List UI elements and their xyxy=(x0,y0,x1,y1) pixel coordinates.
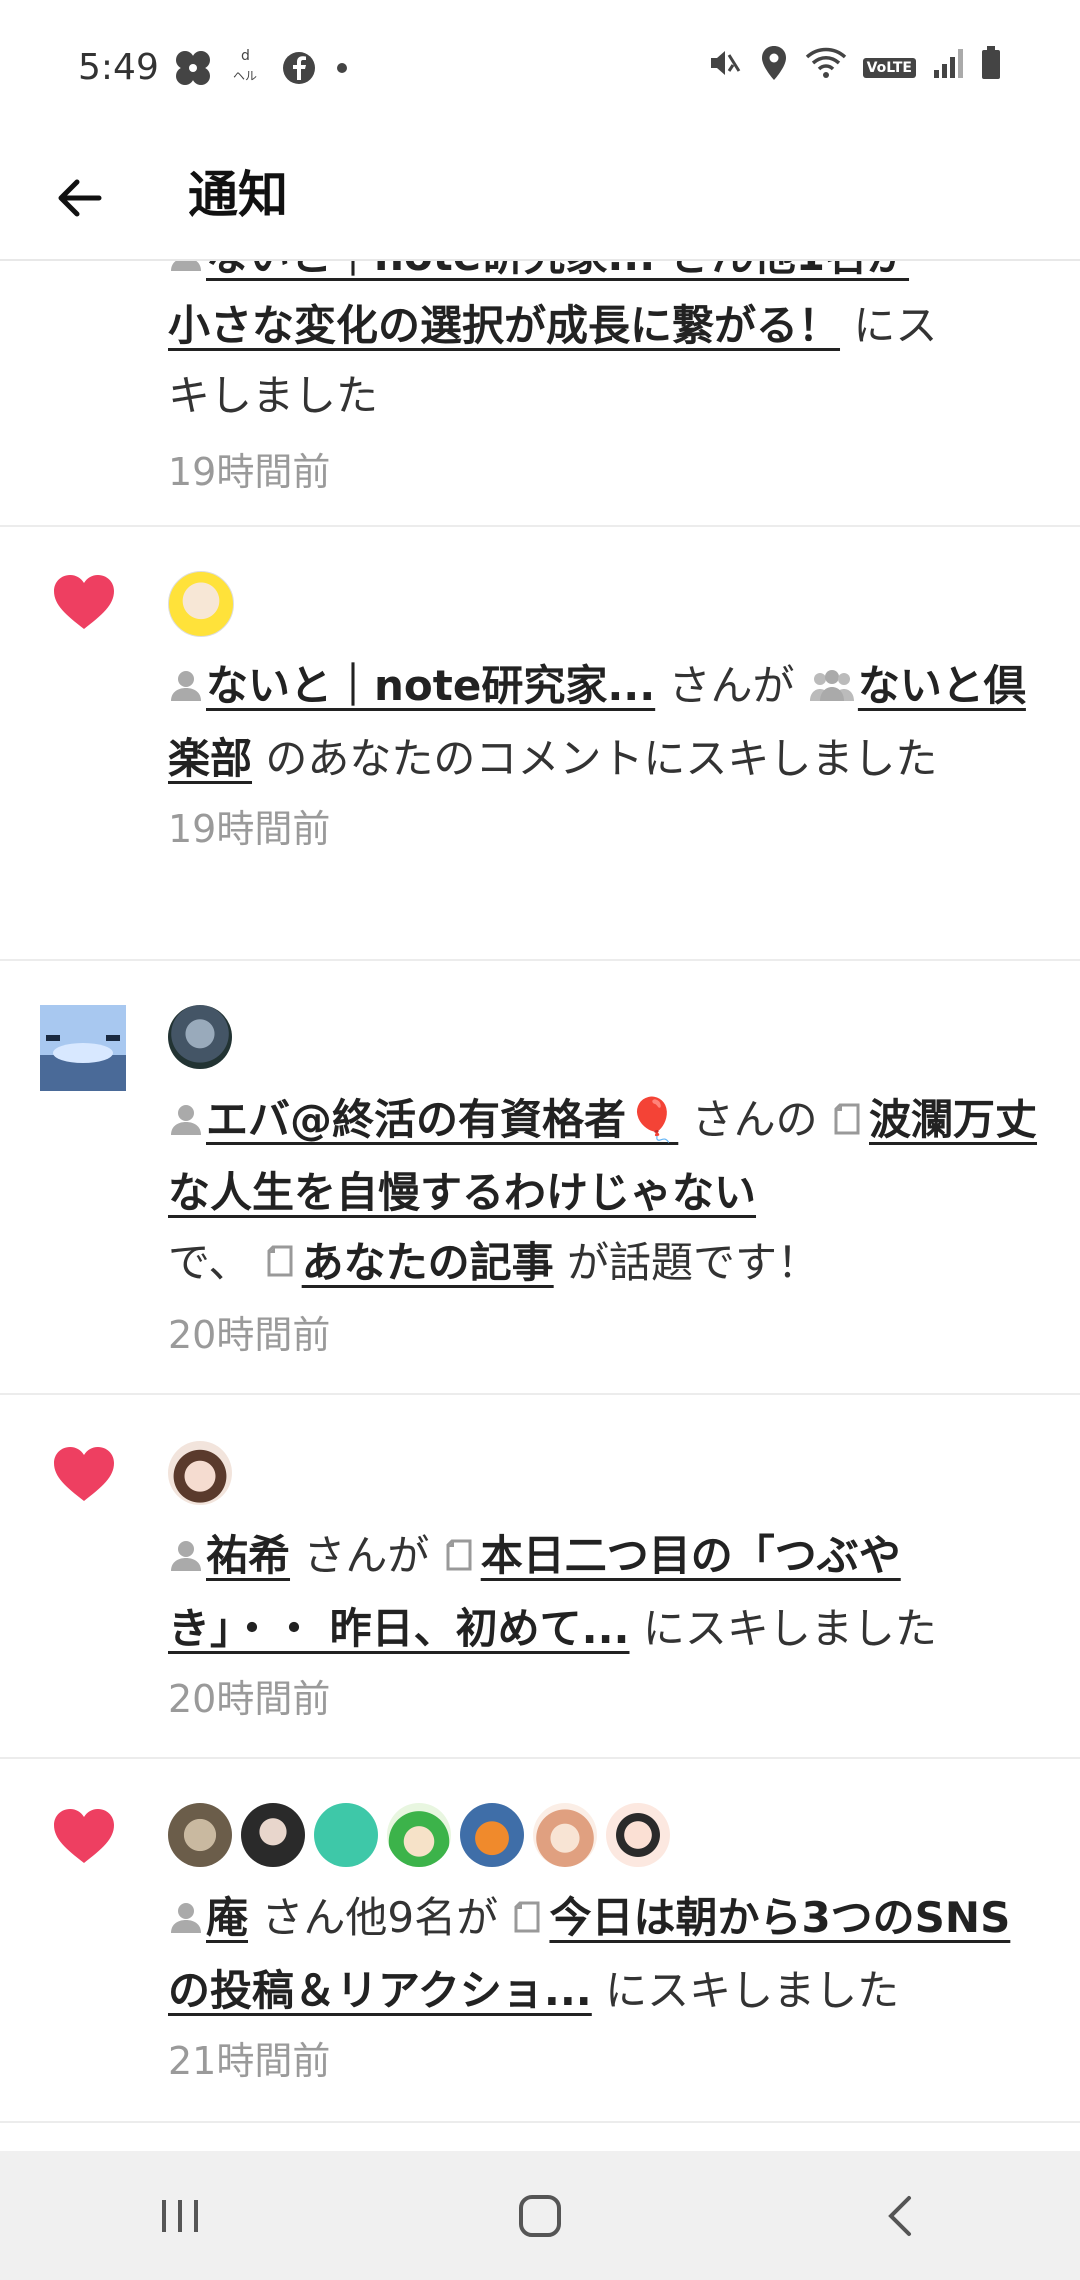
article-thumbnail[interactable] xyxy=(40,1005,126,1095)
notification-message: 庵 さん他9名が 今日は朝から3つのSNSの投稿＆リアクショ... にスキしまし… xyxy=(168,1883,1040,2026)
avatar[interactable] xyxy=(168,571,234,637)
notification-item[interactable]: ないと｜note研究家... さん他1名が 小さな変化の選択が成長に繋がる！ に… xyxy=(0,261,1080,527)
notification-message: エバ@終活の有資格者🎈 さんの 波瀾万丈な人生を自慢するわけじゃない で、 あな… xyxy=(168,1085,1040,1300)
notification-item[interactable]: ないと｜note研究家... さんが ないと倶楽部 のあなたのコメントにスキしま… xyxy=(0,527,1080,961)
avatar[interactable] xyxy=(460,1803,524,1867)
fan-icon xyxy=(173,48,213,88)
notification-list[interactable]: ないと｜note研究家... さん他1名が 小さな変化の選択が成長に繋がる！ に… xyxy=(0,261,1080,2151)
user-link[interactable]: ないと｜note研究家... xyxy=(206,661,655,710)
avatar[interactable] xyxy=(168,1803,232,1867)
mute-icon xyxy=(707,45,743,90)
back-icon xyxy=(888,2195,911,2236)
dot-icon xyxy=(335,61,349,75)
status-time: 5:49 xyxy=(78,47,159,88)
message-text: さん他9名が xyxy=(248,1893,512,1942)
notification-time: 20時間前 xyxy=(168,1676,331,1721)
user-icon xyxy=(168,261,204,294)
home-icon xyxy=(519,2194,561,2237)
message-text: さんが xyxy=(655,661,808,710)
avatar-row xyxy=(168,1803,1040,1867)
battery-icon xyxy=(980,45,1002,90)
message-text: のあなたのコメントにスキしました xyxy=(252,733,938,783)
avatar-row xyxy=(168,1005,1040,1069)
app-bar: 通知 xyxy=(0,135,1080,261)
heart-icon xyxy=(52,1807,116,1871)
signal-icon xyxy=(932,46,964,89)
article-icon xyxy=(831,1088,867,1158)
notification-item[interactable]: 庵 さん他9名が 今日は朝から3つのSNSの投稿＆リアクショ... にスキしまし… xyxy=(0,1759,1080,2123)
your-article-link[interactable]: あなたの記事 xyxy=(302,1238,554,1287)
facebook-icon xyxy=(281,50,317,86)
notification-message: ないと｜note研究家... さんが ないと倶楽部 のあなたのコメントにスキしま… xyxy=(168,651,1040,794)
home-button[interactable] xyxy=(480,2166,600,2266)
message-text: で、 xyxy=(168,1237,264,1287)
arrow-left-icon xyxy=(58,179,102,217)
svg-text:ヘル: ヘル xyxy=(233,69,257,83)
wifi-icon xyxy=(805,45,847,90)
nav-back-button[interactable] xyxy=(840,2166,960,2266)
partial-top-link[interactable]: ないと｜note研究家... さん他1名が xyxy=(206,261,909,280)
status-bar: 5:49 d ヘル VoLTE xyxy=(0,0,1080,135)
avatar[interactable] xyxy=(606,1803,670,1867)
user-link[interactable]: エバ@終活の有資格者🎈 xyxy=(206,1095,678,1144)
svg-text:d: d xyxy=(241,48,250,64)
notification-time: 19時間前 xyxy=(168,450,331,494)
recent-apps-button[interactable] xyxy=(120,2166,240,2266)
user-icon xyxy=(168,1886,204,1956)
avatar[interactable] xyxy=(533,1803,597,1867)
volte-icon: VoLTE xyxy=(862,57,916,78)
message-text: さんの xyxy=(678,1095,831,1144)
notification-message: 祐希 さんが 本日二つ目の「つぶやき」・・ 昨日、初めて... にスキしました xyxy=(168,1521,1040,1664)
back-button[interactable] xyxy=(44,163,114,233)
article-icon xyxy=(264,1230,300,1300)
avatar[interactable] xyxy=(168,1441,232,1505)
heart-icon xyxy=(52,573,116,637)
avatar[interactable] xyxy=(387,1803,451,1867)
avatar[interactable] xyxy=(241,1803,305,1867)
notification-message-body: 小さな変化の選択が成長に繋がる！ にス キしました xyxy=(168,291,1040,431)
avatar[interactable] xyxy=(314,1803,378,1867)
avatar-row xyxy=(168,571,1040,637)
avatar-row xyxy=(168,1441,1040,1505)
message-text: にスキしました xyxy=(591,1965,900,2015)
message-text: さんが xyxy=(290,1531,443,1580)
recent-apps-icon xyxy=(162,2199,198,2232)
message-suffix: にス xyxy=(840,301,938,350)
group-icon xyxy=(808,654,856,724)
notification-item[interactable]: エバ@終活の有資格者🎈 さんの 波瀾万丈な人生を自慢するわけじゃない で、 あな… xyxy=(0,961,1080,1395)
d-health-app-icon: d ヘル xyxy=(231,46,263,90)
notification-item[interactable]: 祐希 さんが 本日二つ目の「つぶやき」・・ 昨日、初めて... にスキしました … xyxy=(0,1395,1080,1759)
message-suffix-2: キしました xyxy=(168,371,379,420)
message-text: にスキしました xyxy=(629,1603,937,1653)
message-text: が話題です！ xyxy=(553,1237,820,1287)
user-icon xyxy=(168,1088,204,1158)
location-icon xyxy=(759,44,789,91)
user-icon xyxy=(168,1524,204,1594)
article-icon xyxy=(511,1886,547,1956)
page-title: 通知 xyxy=(188,166,288,224)
notification-time: 19時間前 xyxy=(168,806,331,851)
system-nav-bar xyxy=(0,2151,1080,2280)
notification-time: 20時間前 xyxy=(168,1313,331,1357)
article-link[interactable]: 小さな変化の選択が成長に繋がる！ xyxy=(168,301,840,350)
user-link[interactable]: 庵 xyxy=(206,1893,248,1942)
user-icon xyxy=(168,654,204,724)
avatar[interactable] xyxy=(168,1005,232,1069)
article-icon xyxy=(443,1524,479,1594)
user-link[interactable]: 祐希 xyxy=(206,1531,290,1580)
notification-time: 21時間前 xyxy=(168,2038,331,2083)
heart-icon xyxy=(52,1445,116,1509)
